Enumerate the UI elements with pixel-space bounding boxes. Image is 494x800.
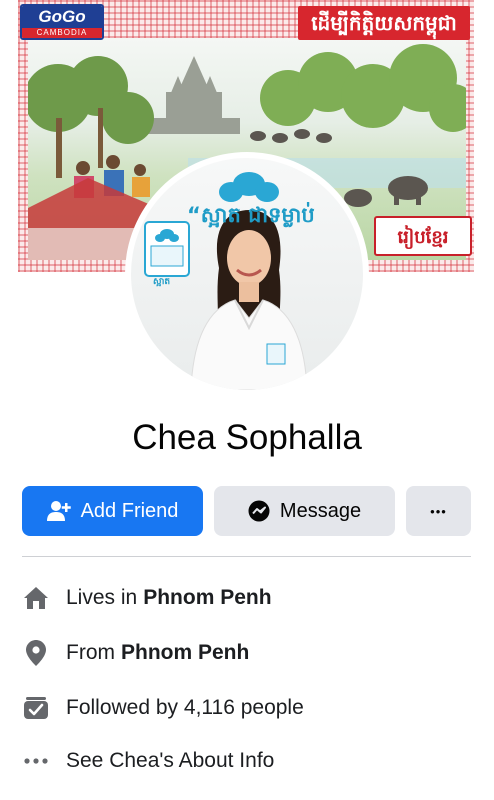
more-options-icon: ••• (430, 503, 447, 519)
location-pin-icon (22, 640, 50, 666)
cover-side-text: រៀបខ្មែរ (374, 216, 472, 256)
profile-name: Chea Sophalla (132, 418, 362, 457)
lives-in-value[interactable]: Phnom Penh (143, 586, 271, 610)
message-button[interactable]: Message (214, 486, 395, 536)
cover-banner-text: ដើម្បីកិត្តិយសកម្ពុជា (298, 6, 470, 40)
followers-row: Followed by 4,116 people (22, 693, 474, 723)
lives-in-row: Lives in Phnom Penh (22, 583, 474, 613)
gogo-logo-title: GoGo (22, 6, 102, 28)
messenger-icon (248, 500, 270, 522)
add-friend-label: Add Friend (80, 499, 179, 522)
from-value[interactable]: Phnom Penh (121, 641, 249, 665)
gogo-logo-subtitle: CAMBODIA (22, 28, 102, 38)
from-prefix: From (66, 641, 115, 664)
home-icon (22, 586, 50, 610)
add-friend-icon (46, 500, 71, 522)
from-row: From Phnom Penh (22, 638, 474, 668)
avatar-slogan-text: “ស្អាត ជាទម្លាប់ (187, 203, 315, 227)
avatar-brand-label: ស្អាត (153, 277, 171, 287)
about-info-row[interactable]: See Chea's About Info (22, 746, 474, 776)
profile-avatar[interactable]: “ស្អាត ជាទម្លាប់ ស្អាត (125, 152, 369, 396)
about-info-link[interactable]: See Chea's About Info (66, 749, 274, 773)
add-friend-button[interactable]: Add Friend (22, 486, 203, 536)
followers-icon (22, 696, 50, 720)
more-options-button[interactable]: ••• (406, 486, 471, 536)
followers-text: Followed by 4,116 people (66, 696, 304, 719)
avatar-photo: “ស្អាត ជាទម្លាប់ ស្អាត (131, 158, 363, 390)
gogo-cambodia-logo: GoGo CAMBODIA (20, 4, 104, 40)
message-label: Message (279, 499, 362, 522)
section-divider (22, 556, 471, 557)
more-dots-icon (22, 757, 50, 765)
lives-in-prefix: Lives in (66, 586, 138, 609)
